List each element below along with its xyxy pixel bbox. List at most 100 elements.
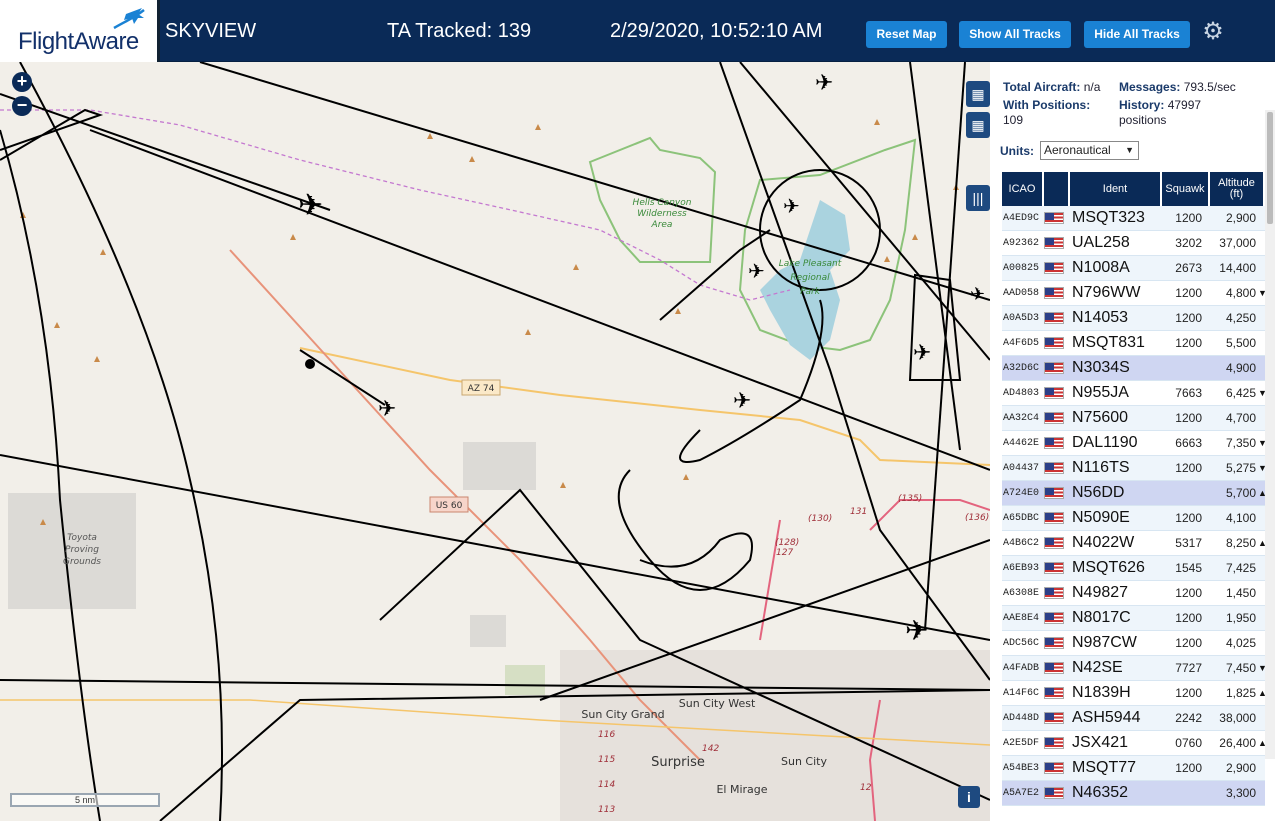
surprise-label: Surprise (651, 755, 705, 770)
map-view[interactable]: ✈ ✈ ✈ ✈ ✈ ✈ ✈ ✈ ✈ Hells Canyon Wildernes… (0, 62, 990, 821)
table-row[interactable]: A2E5DF JSX421 0760 26,400 ▲ (1002, 731, 1267, 756)
icao-cell: A00825 (1003, 262, 1040, 274)
table-row[interactable]: A4FADB N42SE 7727 7,450 ▼ (1002, 656, 1267, 681)
flag-cell (1044, 437, 1070, 449)
header-squawk[interactable]: Squawk (1162, 172, 1210, 206)
route-128-label: (128) (775, 538, 799, 548)
header-ident[interactable]: Ident (1070, 172, 1162, 206)
altitude-cell: 5,500 (1225, 336, 1256, 350)
messages-rate: Messages: 793.5/sec (1119, 80, 1236, 94)
route-114-label: 114 (598, 780, 615, 790)
zoom-in-button[interactable]: + (12, 72, 32, 92)
altitude-cell: 7,350 (1225, 436, 1256, 450)
scroll-thumb[interactable] (1267, 112, 1273, 224)
clock: 2/29/2020, 10:52:10 AM (610, 20, 823, 42)
dropdown-arrow-icon: ▼ (1125, 145, 1134, 155)
squawk-cell: 1200 (1175, 211, 1202, 225)
city-area (560, 650, 990, 821)
gear-icon[interactable]: ⚙ (1200, 19, 1226, 45)
squawk-cell: 2673 (1175, 261, 1202, 275)
altitude-cell: 38,000 (1219, 711, 1256, 725)
table-row[interactable]: ADC56C N987CW 1200 4,025 (1002, 631, 1265, 656)
units-select[interactable]: Aeronautical ▼ (1040, 141, 1139, 160)
squawk-cell: 7663 (1175, 386, 1202, 400)
table-row[interactable]: AD4803 N955JA 7663 6,425 ▼ (1002, 381, 1267, 406)
columns-icon[interactable]: ||| (966, 185, 990, 211)
table-row[interactable]: AD448D ASH5944 2242 38,000 (1002, 706, 1265, 731)
table-row[interactable]: A6EB93 MSQT626 1545 7,425 (1002, 556, 1265, 581)
zoom-out-button[interactable]: − (12, 96, 32, 116)
flag-cell (1044, 512, 1070, 524)
top-bar: FlightAware SKYVIEW TA Tracked: 139 2/29… (0, 0, 1275, 62)
table-row[interactable]: A4ED9C MSQT323 1200 2,900 (1002, 206, 1265, 231)
us-flag-icon (1044, 612, 1064, 624)
table-row[interactable]: AAD058 N796WW 1200 4,800 ▼ (1002, 281, 1267, 306)
table-row[interactable]: A14F6C N1839H 1200 1,825 ▲ (1002, 681, 1267, 706)
map-layers-icon[interactable]: ▦ (966, 81, 990, 107)
icao-cell: A6EB93 (1003, 562, 1040, 574)
squawk-cell: 1200 (1175, 611, 1202, 625)
table-row[interactable]: A4F6D5 MSQT831 1200 5,500 (1002, 331, 1265, 356)
golf-area (505, 665, 545, 695)
grid-icon[interactable]: ▦ (966, 112, 990, 138)
squawk-cell: 7727 (1175, 661, 1202, 675)
squawk-cell: 1200 (1175, 586, 1202, 600)
hide-all-tracks-button[interactable]: Hide All Tracks (1084, 21, 1190, 48)
ident-cell: N955JA (1072, 384, 1129, 401)
altitude-trend-icon: ▲ (1258, 688, 1267, 698)
ident-cell: N3034S (1072, 359, 1130, 376)
table-row[interactable]: A6308E N49827 1200 1,450 (1002, 581, 1265, 606)
header-icao[interactable]: ICAO (1002, 172, 1044, 206)
ident-cell: N1839H (1072, 684, 1131, 701)
table-row[interactable]: A00825 N1008A 2673 14,400 (1002, 256, 1265, 281)
svg-text:✈: ✈ (815, 71, 833, 96)
table-row[interactable]: A04437 N116TS 1200 5,275 ▼ (1002, 456, 1267, 481)
us-flag-icon (1044, 512, 1064, 524)
table-row[interactable]: A65DBC N5090E 1200 4,100 (1002, 506, 1265, 531)
table-row[interactable]: A724E0 N56DD 5,700 ▲ (1002, 481, 1267, 506)
altitude-cell: 7,450 (1225, 661, 1256, 675)
altitude-trend-icon: ▼ (1258, 288, 1267, 298)
altitude-cell: 14,400 (1219, 261, 1256, 275)
route-113-label: 113 (598, 805, 615, 815)
header-altitude[interactable]: Altitude (ft) (1210, 172, 1265, 206)
table-row[interactable]: A54BE3 MSQT77 1200 2,900 (1002, 756, 1265, 781)
show-all-tracks-button[interactable]: Show All Tracks (959, 21, 1071, 48)
icao-cell: A54BE3 (1003, 762, 1040, 774)
us-flag-icon (1044, 337, 1064, 349)
table-row[interactable]: AAE8E4 N8017C 1200 1,950 (1002, 606, 1265, 631)
aircraft-table: A4ED9C MSQT323 1200 2,900 A92362 UAL258 3202 37… (1002, 206, 1267, 806)
table-row[interactable]: AA32C4 N75600 1200 4,700 (1002, 406, 1265, 431)
info-icon[interactable]: i (958, 786, 980, 808)
lake-pleasant-label-1: Lake Pleasant (779, 259, 842, 269)
route-130-label: (130) (808, 514, 832, 524)
us-flag-icon (1044, 412, 1064, 424)
table-row[interactable]: A92362 UAL258 3202 37,000 (1002, 231, 1265, 256)
flightaware-logo[interactable]: FlightAware (0, 0, 160, 62)
header-flag[interactable] (1044, 172, 1070, 206)
altitude-cell: 4,100 (1225, 511, 1256, 525)
reset-map-button[interactable]: Reset Map (866, 21, 947, 48)
icao-cell: AD448D (1003, 712, 1040, 724)
table-row[interactable]: A4B6C2 N4022W 5317 8,250 ▲ (1002, 531, 1267, 556)
units-label: Units: (1000, 144, 1034, 158)
icao-cell: AAD058 (1003, 287, 1040, 299)
table-row[interactable]: A0A5D3 N14053 1200 4,250 (1002, 306, 1265, 331)
ident-cell: JSX421 (1072, 734, 1129, 751)
route-12-label: 12 (860, 783, 872, 793)
us-flag-icon (1044, 787, 1064, 799)
us-flag-icon (1044, 737, 1064, 749)
total-aircraft: Total Aircraft: n/a (1003, 80, 1101, 94)
table-row[interactable]: A4462E DAL1190 6663 7,350 ▼ (1002, 431, 1267, 456)
table-row[interactable]: A5A7E2 N46352 3,300 (1002, 781, 1265, 806)
toyota-label-2: Proving (65, 545, 99, 555)
ident-cell: N14053 (1072, 309, 1129, 326)
toyota-label-1: Toyota (67, 533, 97, 543)
us-flag-icon (1044, 687, 1064, 699)
icao-cell: A0A5D3 (1003, 312, 1040, 324)
altitude-cell: 2,900 (1225, 761, 1256, 775)
altitude-cell: 6,425 (1225, 386, 1256, 400)
table-row[interactable]: A32D6C N3034S 4,900 (1002, 356, 1265, 381)
ident-cell: N5090E (1072, 509, 1130, 526)
hells-canyon-label-1: Hells Canyon (633, 198, 692, 208)
